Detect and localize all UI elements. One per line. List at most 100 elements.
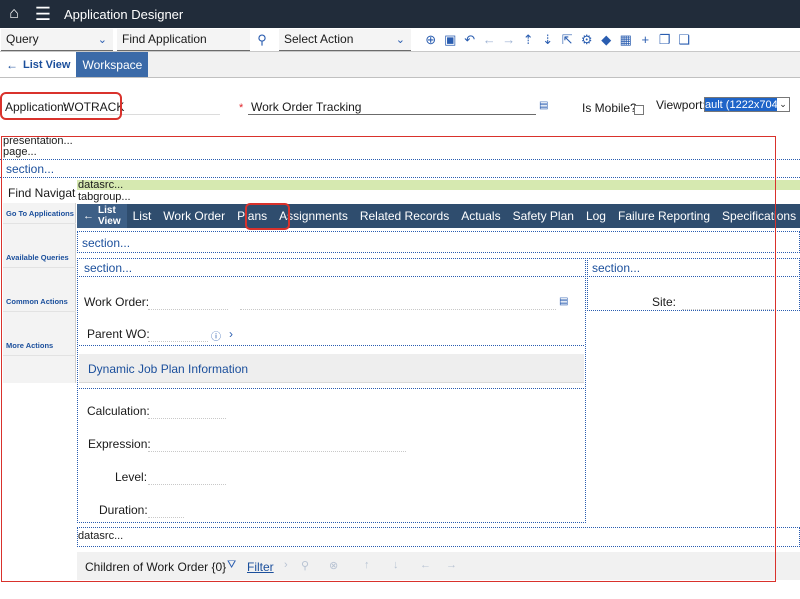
chevron-down-icon: ⌄ (777, 98, 789, 111)
search-icon[interactable]: ⚲ (251, 29, 273, 51)
calculation-label: Calculation: (87, 404, 150, 418)
tab-safety-plan[interactable]: Safety Plan (507, 209, 580, 223)
tab-workspace-label: Workspace (82, 57, 143, 72)
add-icon[interactable]: + (636, 32, 656, 47)
section-node[interactable]: section... (592, 261, 640, 275)
clear-filter-icon[interactable]: ⊗ (329, 559, 338, 572)
query-label: Query (6, 32, 39, 46)
previous-arrow-icon[interactable]: ← (480, 32, 500, 47)
tab-related-records[interactable]: Related Records (354, 209, 455, 223)
divider (3, 311, 76, 312)
site-label: Site: (652, 295, 677, 309)
level-field[interactable] (148, 484, 226, 485)
previous-arrow-icon[interactable]: ← (420, 559, 431, 571)
nav-available-queries[interactable]: Available Queries (6, 253, 69, 262)
filter-link[interactable]: Filter (247, 560, 274, 574)
tab-failure-reporting[interactable]: Failure Reporting (612, 209, 716, 223)
divider (0, 177, 800, 178)
datasrc-node[interactable]: datasrc... (78, 530, 123, 542)
find-navigation-input[interactable]: Find Navigati (3, 183, 76, 203)
undo-icon[interactable]: ↶ (460, 32, 480, 48)
is-mobile-checkbox[interactable] (634, 105, 644, 115)
preview-icon[interactable]: ⇱ (558, 32, 578, 48)
children-table-toolbar: Children of Work Order {0} ⛛ Filter › ⚲ … (77, 552, 800, 580)
parent-wo-field[interactable] (148, 341, 208, 342)
long-description-icon[interactable]: ▤ (559, 296, 568, 307)
children-table-title: Children of Work Order {0} (85, 560, 227, 574)
description-underline (248, 114, 536, 115)
long-description-icon[interactable]: ▤ (539, 100, 548, 111)
duplicate-icon[interactable]: ❑ (675, 32, 695, 48)
duration-field[interactable] (148, 517, 184, 518)
section-container (77, 231, 800, 253)
filter-icon[interactable]: ⛛ (227, 559, 236, 572)
main-tab-bar: ← List View Workspace (0, 52, 800, 78)
parent-wo-label: Parent WO: (87, 327, 150, 341)
tab-actuals[interactable]: Actuals (455, 209, 506, 223)
select-action-dropdown[interactable]: Select Action ⌄ (279, 28, 411, 51)
next-arrow-icon[interactable]: → (446, 559, 457, 571)
down-arrow-icon[interactable]: ↓ (393, 559, 399, 571)
datasrc-container (77, 527, 800, 547)
next-arrow-icon[interactable]: → (499, 32, 519, 47)
tab-work-order[interactable]: Work Order (157, 209, 231, 223)
duration-label: Duration: (99, 503, 148, 517)
work-order-field[interactable] (148, 309, 228, 310)
new-record-icon[interactable]: ⊕ (421, 32, 441, 48)
datasrc-node[interactable]: datasrc... (78, 179, 123, 191)
divider (79, 388, 584, 389)
home-icon[interactable]: ⌂ (0, 5, 28, 23)
description-field[interactable]: Work Order Tracking (251, 100, 361, 114)
up-arrow-icon[interactable]: ↑ (364, 559, 370, 571)
plans-tab-highlight-box (245, 203, 290, 230)
tabgroup-node[interactable]: tabgroup... (78, 191, 131, 203)
application-highlight-box (0, 92, 122, 120)
app-title: Application Designer (64, 6, 184, 22)
hamburger-menu-icon[interactable]: ☰ (28, 4, 58, 25)
tab-list-view[interactable]: ← List View (0, 52, 77, 77)
datasrc-bar (77, 180, 800, 190)
viewport-select[interactable]: ault (1222x704) ⌄ (704, 97, 790, 112)
back-arrow-icon: ← (83, 210, 94, 222)
inner-tab-list-view-label: List View (98, 205, 121, 227)
divider (79, 345, 584, 346)
inner-tab-list-view[interactable]: ← List View (77, 204, 127, 228)
is-mobile-label: Is Mobile? (582, 101, 637, 115)
nav-common-actions[interactable]: Common Actions (6, 297, 68, 306)
cube-icon[interactable]: ◆ (597, 32, 617, 48)
viewport-value: ault (1222x704) (705, 98, 777, 111)
nav-more-actions[interactable]: More Actions (6, 341, 53, 350)
search-icon[interactable]: ⚲ (301, 559, 309, 572)
gear-icon[interactable]: ⚙ (577, 32, 597, 48)
find-application-input[interactable]: Find Application (117, 28, 250, 51)
select-action-label: Select Action (284, 32, 354, 46)
expression-field[interactable] (148, 451, 406, 452)
chevron-right-icon[interactable]: › (229, 327, 233, 341)
query-dropdown[interactable]: Query ⌄ (1, 28, 113, 51)
site-field[interactable] (682, 309, 774, 310)
find-application-label: Find Application (122, 32, 207, 46)
delete-icon[interactable]: ▦ (616, 32, 636, 48)
save-icon[interactable]: ▣ (441, 32, 461, 48)
info-icon[interactable]: ⓘ (211, 328, 221, 343)
page-node[interactable]: page... (3, 146, 37, 158)
work-order-description-field[interactable] (240, 309, 556, 310)
tab-workspace[interactable]: Workspace (76, 52, 149, 77)
nav-go-to-applications[interactable]: Go To Applications (6, 209, 74, 218)
tab-list-view-label: List View (23, 58, 71, 71)
import-icon[interactable]: ⇡ (519, 32, 539, 48)
section-node[interactable]: section... (82, 236, 130, 250)
work-order-label: Work Order: (84, 295, 150, 309)
divider (3, 223, 76, 224)
calculation-field[interactable] (148, 418, 226, 419)
tab-list[interactable]: List (127, 209, 158, 223)
section-node[interactable]: section... (84, 261, 132, 275)
tab-specifications[interactable]: Specifications (716, 209, 800, 223)
header-row: Application: WOTRACK * Work Order Tracki… (0, 92, 800, 122)
export-icon[interactable]: ⇣ (538, 32, 558, 48)
chevron-right-icon[interactable]: › (284, 559, 288, 571)
tab-log[interactable]: Log (580, 209, 612, 223)
dynamic-job-plan-title: Dynamic Job Plan Information (88, 362, 249, 376)
copy-icon[interactable]: ❐ (655, 32, 675, 48)
section-node[interactable]: section... (6, 162, 54, 176)
